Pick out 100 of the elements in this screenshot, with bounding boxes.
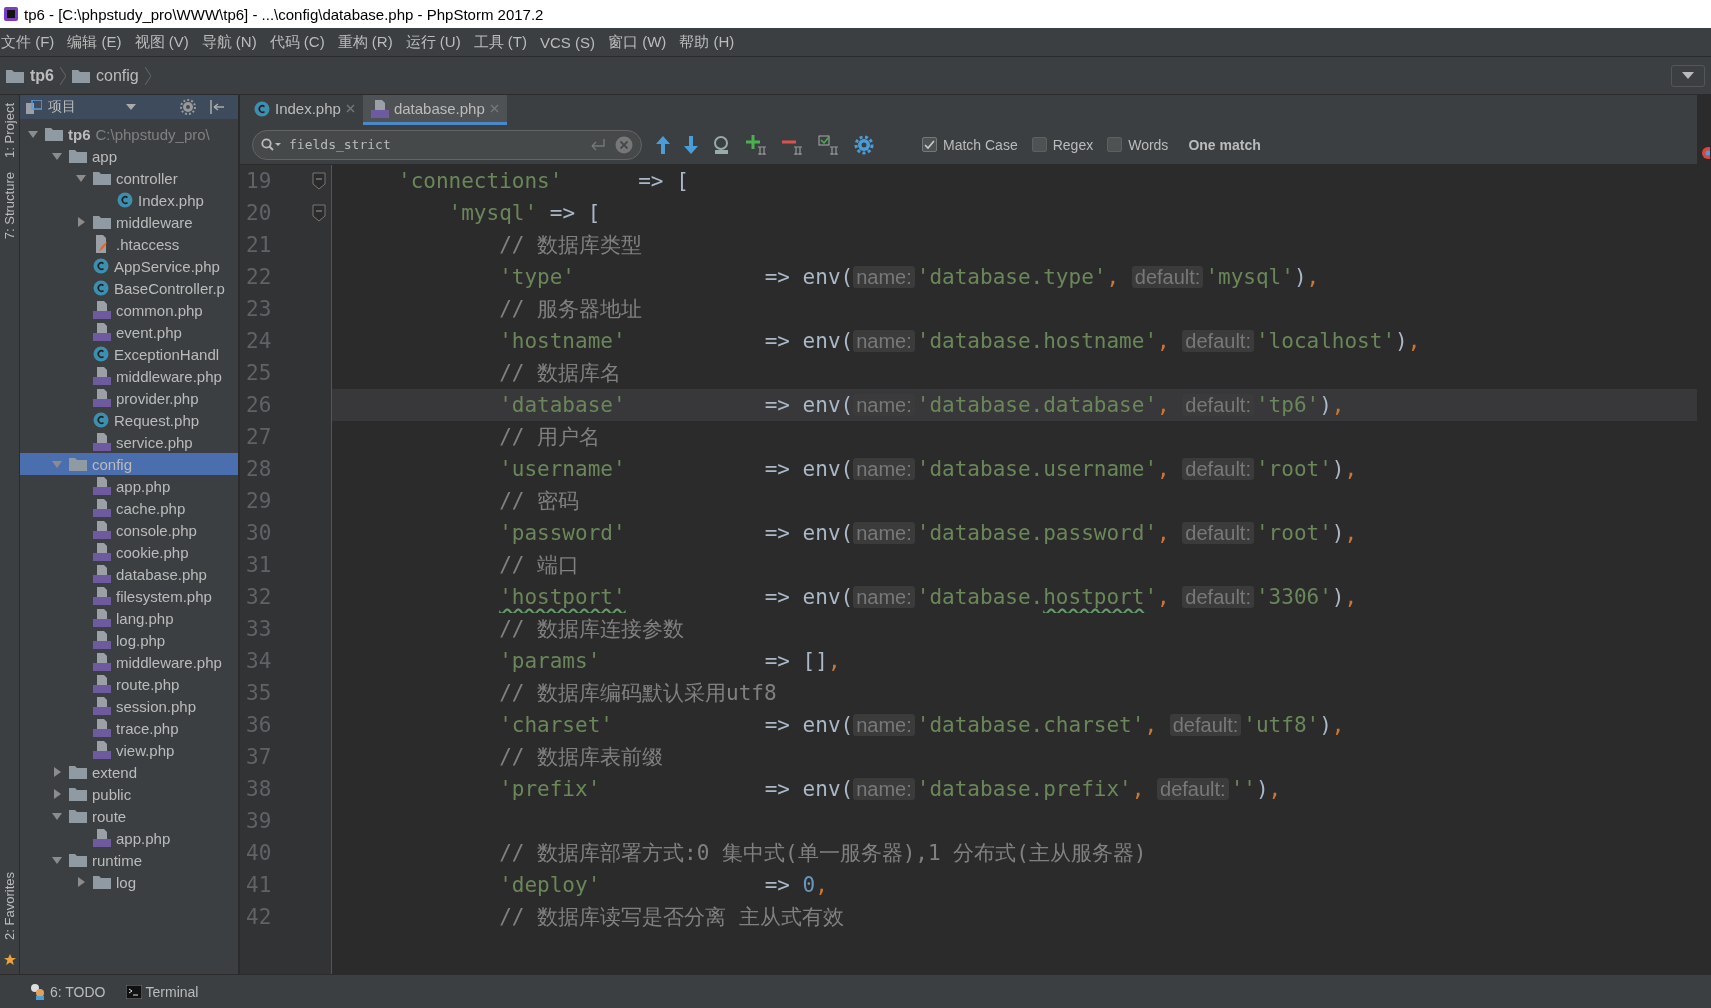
menu-item[interactable]: 窗口 (W) <box>607 32 675 52</box>
tree-item[interactable]: filesystem.php <box>20 585 238 607</box>
tree-item[interactable]: app.php <box>20 827 238 849</box>
tool-window-tab[interactable]: 2: Favorites <box>2 872 17 940</box>
tree-item[interactable]: middleware.php <box>20 651 238 673</box>
menu-item[interactable]: 视图 (V) <box>133 32 197 52</box>
php-file-icon <box>93 565 111 583</box>
tree-item[interactable]: Request.php <box>20 409 238 431</box>
tree-item[interactable]: tp6 C:\phpstudy_pro\ <box>20 123 238 145</box>
breadcrumb-item[interactable]: tp6 <box>30 66 54 85</box>
expanded-arrow-icon[interactable] <box>28 129 38 139</box>
item-label: app <box>92 147 118 165</box>
tree-item[interactable]: provider.php <box>20 387 238 409</box>
collapsed-arrow-icon[interactable] <box>76 877 86 887</box>
item-label: cache.php <box>116 499 186 517</box>
tree-item[interactable]: ExceptionHandl <box>20 343 238 365</box>
tree-item[interactable]: session.php <box>20 695 238 717</box>
item-label: trace.php <box>116 719 179 737</box>
expanded-arrow-icon[interactable] <box>52 855 62 865</box>
tree-item[interactable]: database.php <box>20 563 238 585</box>
menu-item[interactable]: 代码 (C) <box>268 32 333 52</box>
breadcrumb-item[interactable]: config <box>96 66 139 85</box>
tree-item[interactable]: log <box>20 871 238 893</box>
close-icon[interactable] <box>345 104 355 113</box>
menu-item[interactable]: VCS (S) <box>539 33 603 51</box>
tree-item[interactable]: .htaccess <box>20 233 238 255</box>
folder-icon <box>69 149 87 163</box>
expanded-arrow-icon[interactable] <box>52 151 62 161</box>
menu-item[interactable]: 重构 (R) <box>336 32 401 52</box>
star-icon <box>3 954 16 966</box>
tree-item[interactable]: console.php <box>20 519 238 541</box>
editor-tab[interactable]: database.php <box>362 95 507 125</box>
tree-item[interactable]: service.php <box>20 431 238 453</box>
close-icon[interactable] <box>489 104 499 113</box>
add-selection-icon[interactable] <box>746 134 768 155</box>
menu-item[interactable]: 导航 (N) <box>200 32 265 52</box>
tree-item[interactable]: lang.php <box>20 607 238 629</box>
tree-item[interactable]: BaseController.p <box>20 277 238 299</box>
menu-item[interactable]: 运行 (U) <box>404 32 469 52</box>
settings-icon[interactable] <box>180 99 196 115</box>
expanded-arrow-icon[interactable] <box>76 173 86 183</box>
menu-item[interactable]: 帮助 (H) <box>678 32 743 52</box>
tree-item[interactable]: app <box>20 145 238 167</box>
tool-window-tab[interactable]: 1: Project <box>2 103 17 158</box>
select-all-icon[interactable] <box>818 134 840 155</box>
option-checkbox[interactable]: Regex <box>1031 136 1094 153</box>
tree-item[interactable]: AppService.php <box>20 255 238 277</box>
tree-item[interactable]: runtime <box>20 849 238 871</box>
item-label: app.php <box>116 829 171 847</box>
menu-item[interactable]: 工具 (T) <box>472 32 535 52</box>
arrow-up-icon[interactable] <box>656 135 670 154</box>
tree-item[interactable]: trace.php <box>20 717 238 739</box>
item-label: app.php <box>116 477 171 495</box>
tree-item[interactable]: public <box>20 783 238 805</box>
tool-window-button[interactable]: Terminal <box>125 983 199 1000</box>
tree-item[interactable]: controller <box>20 167 238 189</box>
item-label: BaseController.p <box>114 279 225 297</box>
menu-item[interactable]: 文件 (F) <box>0 32 63 52</box>
dropdown-button[interactable] <box>1671 64 1705 87</box>
tree-item[interactable]: extend <box>20 761 238 783</box>
search-field[interactable]: fields_strict <box>252 129 642 160</box>
arrow-down-icon[interactable] <box>684 135 698 154</box>
caret-icon <box>1682 71 1694 80</box>
php-file-icon <box>93 543 111 561</box>
tree-item[interactable]: event.php <box>20 321 238 343</box>
tree-item[interactable]: common.php <box>20 299 238 321</box>
item-label: Index.php <box>138 191 204 209</box>
tree-item[interactable]: view.php <box>20 739 238 761</box>
settings-icon[interactable] <box>854 134 874 155</box>
editor-tab[interactable]: Index.php <box>246 95 363 125</box>
menu-item[interactable]: 编辑 (E) <box>66 32 130 52</box>
collapsed-arrow-icon[interactable] <box>52 767 62 777</box>
folder-icon <box>69 809 87 823</box>
option-checkbox[interactable]: Match Case <box>922 136 1018 153</box>
tool-window-tab[interactable]: 7: Structure <box>2 171 17 240</box>
tree-item[interactable]: middleware <box>20 211 238 233</box>
tree-item[interactable]: route.php <box>20 673 238 695</box>
tree-item[interactable]: log.php <box>20 629 238 651</box>
tool-window-button[interactable]: 6: TODO <box>30 983 106 1000</box>
tree-item[interactable]: cookie.php <box>20 541 238 563</box>
tree-item[interactable]: middleware.php <box>20 365 238 387</box>
item-label: middleware.php <box>116 653 222 671</box>
collapsed-arrow-icon[interactable] <box>52 789 62 799</box>
fold-marker-icon[interactable] <box>312 204 326 222</box>
caret-icon[interactable] <box>126 104 136 110</box>
item-label: provider.php <box>116 389 199 407</box>
option-checkbox[interactable]: Words <box>1107 136 1169 153</box>
code-comment: // 数据库连接参数 <box>498 616 685 643</box>
item-label: service.php <box>116 433 193 451</box>
item-label: console.php <box>116 521 197 539</box>
collapse-icon[interactable] <box>210 100 224 114</box>
tree-item[interactable]: route <box>20 805 238 827</box>
chevron-icon <box>60 66 66 85</box>
tree-item[interactable]: Index.php <box>20 189 238 211</box>
fold-marker-icon[interactable] <box>312 172 326 190</box>
tree-item[interactable]: cache.php <box>20 497 238 519</box>
expanded-arrow-icon[interactable] <box>52 811 62 821</box>
tree-item[interactable]: app.php <box>20 475 238 497</box>
clear-icon[interactable] <box>615 135 633 154</box>
collapsed-arrow-icon[interactable] <box>76 217 86 227</box>
